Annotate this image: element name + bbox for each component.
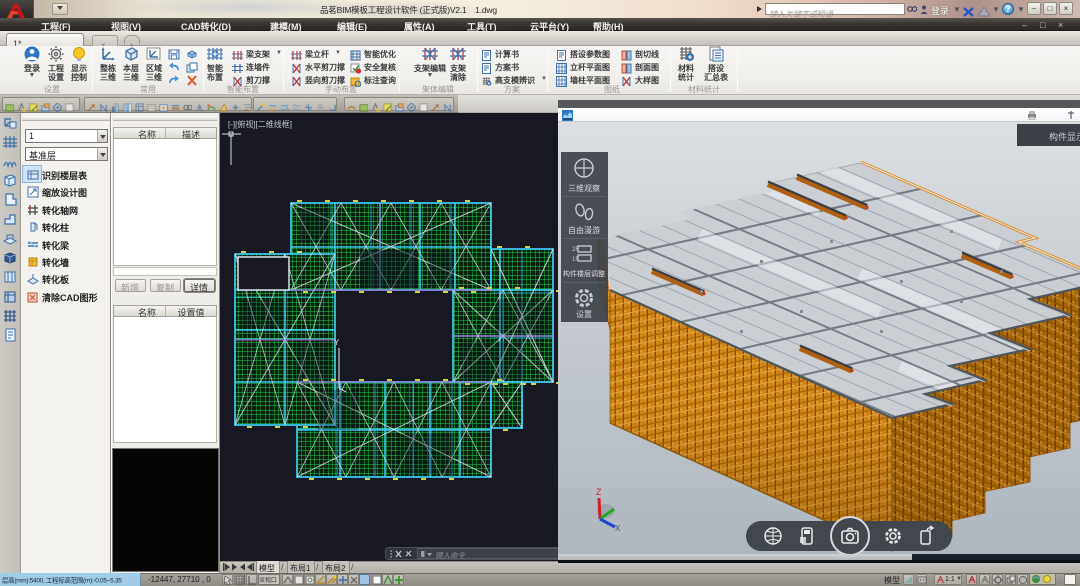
svg-text:Z: Z: [596, 487, 602, 497]
svg-text:2F: 2F: [572, 247, 579, 253]
svg-text:1F: 1F: [572, 257, 579, 263]
svg-text:X: X: [615, 524, 621, 533]
svg-text:Y: Y: [334, 338, 340, 347]
